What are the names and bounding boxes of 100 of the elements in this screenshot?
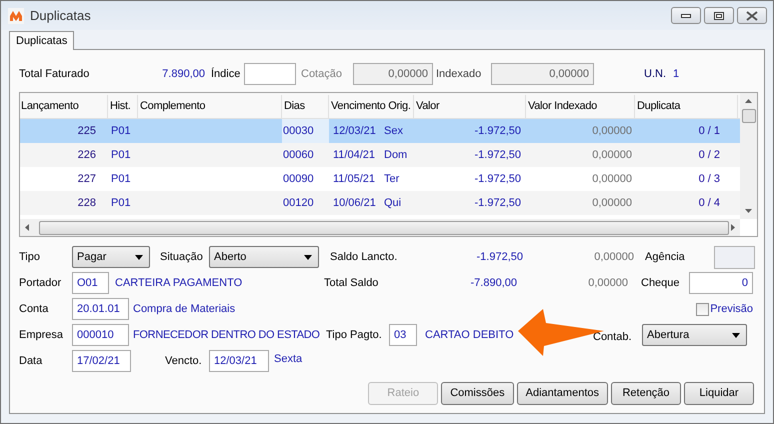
un-value: 1 — [673, 66, 680, 82]
contab-label: Contab. — [593, 330, 633, 345]
table-cell-text: Qui — [384, 196, 402, 211]
portador-label: Portador — [19, 276, 62, 291]
table-cell-text: -1.972,50 — [474, 172, 522, 187]
vencto-field[interactable]: 12/03/21 — [209, 350, 269, 372]
data-label: Data — [19, 354, 44, 369]
table-cell-text: 0 / 4 — [698, 196, 721, 211]
un-label: U.N. — [644, 66, 667, 82]
table-cell-text: P01 — [110, 124, 132, 139]
dropdown-caret-icon — [135, 254, 143, 260]
table-row[interactable]: 225 P01 00030 12/03/21 Sex -1.972,50 0,00000 0 / 1 — [20, 119, 740, 143]
dropdown-caret-icon — [304, 254, 312, 260]
indice-label: Índice — [210, 66, 242, 82]
cheque-label: Cheque — [641, 276, 681, 291]
table-cell-text: 0,00000 — [591, 196, 633, 211]
table-cell-text: 11/04/21 — [332, 148, 376, 163]
saldo-lancto-value: -1.972,50 — [476, 250, 523, 265]
scrollbar-thumb[interactable] — [742, 109, 756, 123]
minimize-button[interactable] — [671, 7, 701, 24]
empresa-code-field[interactable]: 000010 — [72, 324, 129, 346]
data-field[interactable]: 17/02/21 — [72, 350, 131, 372]
situacao-select[interactable]: Aberto — [209, 246, 319, 268]
conta-name: Compra de Materiais — [132, 302, 236, 317]
action-button[interactable]: Liquidar — [684, 382, 754, 405]
close-button[interactable] — [737, 7, 767, 24]
table-cell-text: -1.972,50 — [474, 124, 522, 139]
cheque-field[interactable]: 0 — [689, 272, 753, 294]
dropdown-caret-icon — [732, 332, 740, 338]
column-header[interactable]: Dias — [282, 95, 329, 118]
vencto-label: Vencto. — [165, 354, 203, 369]
table-cell-text: 0 / 1 — [698, 124, 721, 139]
column-header[interactable]: Complemento — [138, 95, 282, 118]
app-logo-icon — [8, 8, 24, 24]
agencia-field[interactable] — [714, 246, 755, 268]
tipo-pagto-code-field[interactable]: 03 — [389, 324, 417, 346]
portador-name: CARTEIRA PAGAMENTO — [114, 276, 244, 291]
tipo-select[interactable]: Pagar — [72, 246, 150, 268]
scroll-left-icon — [25, 224, 29, 231]
table-cell-text: 226 — [76, 148, 97, 163]
column-header[interactable]: Hist. — [108, 95, 138, 118]
tipo-pagto-label: Tipo Pagto. — [326, 328, 383, 343]
total-saldo-indexado: 0,00000 — [587, 276, 628, 291]
table-cell-text: 0,00000 — [591, 148, 633, 163]
indice-field[interactable] — [244, 63, 296, 85]
table-cell-text: 00090 — [282, 172, 315, 187]
table-cell-text: 11/05/21 — [332, 172, 376, 187]
action-button[interactable]: Comissões — [441, 382, 514, 405]
close-icon — [746, 10, 758, 20]
column-header[interactable]: Duplicata — [635, 95, 738, 118]
table-cell-text: 227 — [76, 172, 97, 187]
table-cell-text: Sex — [384, 124, 404, 139]
minimize-icon — [681, 14, 691, 18]
table-cell-text: 228 — [76, 196, 97, 211]
situacao-label: Situação — [160, 250, 204, 265]
tipo-pagto-name: CARTAO DEBITO — [424, 328, 515, 343]
conta-code-field[interactable]: 20.01.01 — [72, 298, 129, 320]
table-cell-text: P01 — [110, 148, 132, 163]
table-row[interactable]: 228 P01 00120 10/06/21 Qui -1.972,50 0,00000 0 / 4 — [20, 191, 740, 215]
table-row[interactable]: 226 P01 00060 11/04/21 Dom -1.972,50 0,00000 0 / 2 — [20, 143, 740, 167]
total-saldo-label: Total Saldo — [324, 276, 380, 291]
table-cell-text: 0,00000 — [591, 124, 633, 139]
table-cell-text: Ter — [384, 172, 400, 187]
scrollbar-thumb[interactable] — [39, 220, 729, 234]
maximize-icon — [714, 12, 724, 20]
table-cell-text: 0,00000 — [591, 172, 633, 187]
vencto-weekday: Sexta — [273, 352, 304, 367]
table-cell: 00030 — [282, 119, 329, 143]
scroll-right-icon — [731, 224, 735, 231]
column-header[interactable]: Vencimento Orig. — [329, 95, 414, 118]
previsao-checkbox[interactable]: Previsão — [696, 300, 753, 318]
portador-code-field[interactable]: O01 — [72, 272, 109, 294]
column-header[interactable]: Valor — [414, 95, 526, 118]
action-button[interactable]: Retenção — [611, 382, 681, 405]
saldo-lancto-indexado: 0,00000 — [593, 250, 634, 265]
tab[interactable]: Duplicatas — [9, 31, 74, 50]
horizontal-scrollbar[interactable] — [20, 219, 740, 236]
tipo-label: Tipo — [19, 250, 41, 265]
cotacao-field[interactable]: 0,00000 — [353, 63, 433, 85]
table-cell-text: P01 — [110, 172, 132, 187]
total-faturado-value: 7.890,00 — [161, 66, 205, 82]
total-saldo-value: -7.890,00 — [470, 276, 517, 291]
checkbox[interactable] — [696, 302, 710, 316]
action-button[interactable]: Adiantamentos — [516, 382, 608, 405]
scroll-down-icon — [745, 209, 752, 213]
column-header[interactable]: Valor Indexado — [526, 95, 635, 118]
maximize-button[interactable] — [704, 7, 734, 24]
indexado-field[interactable]: 0,00000 — [491, 63, 594, 85]
table-cell-text: -1.972,50 — [474, 148, 522, 163]
table-cell-text: 00060 — [282, 148, 315, 163]
cotacao-label: Cotação — [300, 66, 343, 82]
column-header[interactable]: Lançamento — [20, 95, 108, 118]
empresa-name: FORNECEDOR DENTRO DO ESTADO — [132, 328, 321, 343]
contab-select[interactable]: Abertura — [642, 324, 747, 346]
agencia-label: Agência — [645, 250, 686, 265]
vertical-scrollbar[interactable] — [740, 93, 757, 219]
conta-label: Conta — [19, 302, 50, 317]
table-cell-text: P01 — [110, 196, 132, 211]
table-cell-text: -1.972,50 — [474, 196, 522, 211]
scroll-up-icon — [745, 99, 752, 103]
